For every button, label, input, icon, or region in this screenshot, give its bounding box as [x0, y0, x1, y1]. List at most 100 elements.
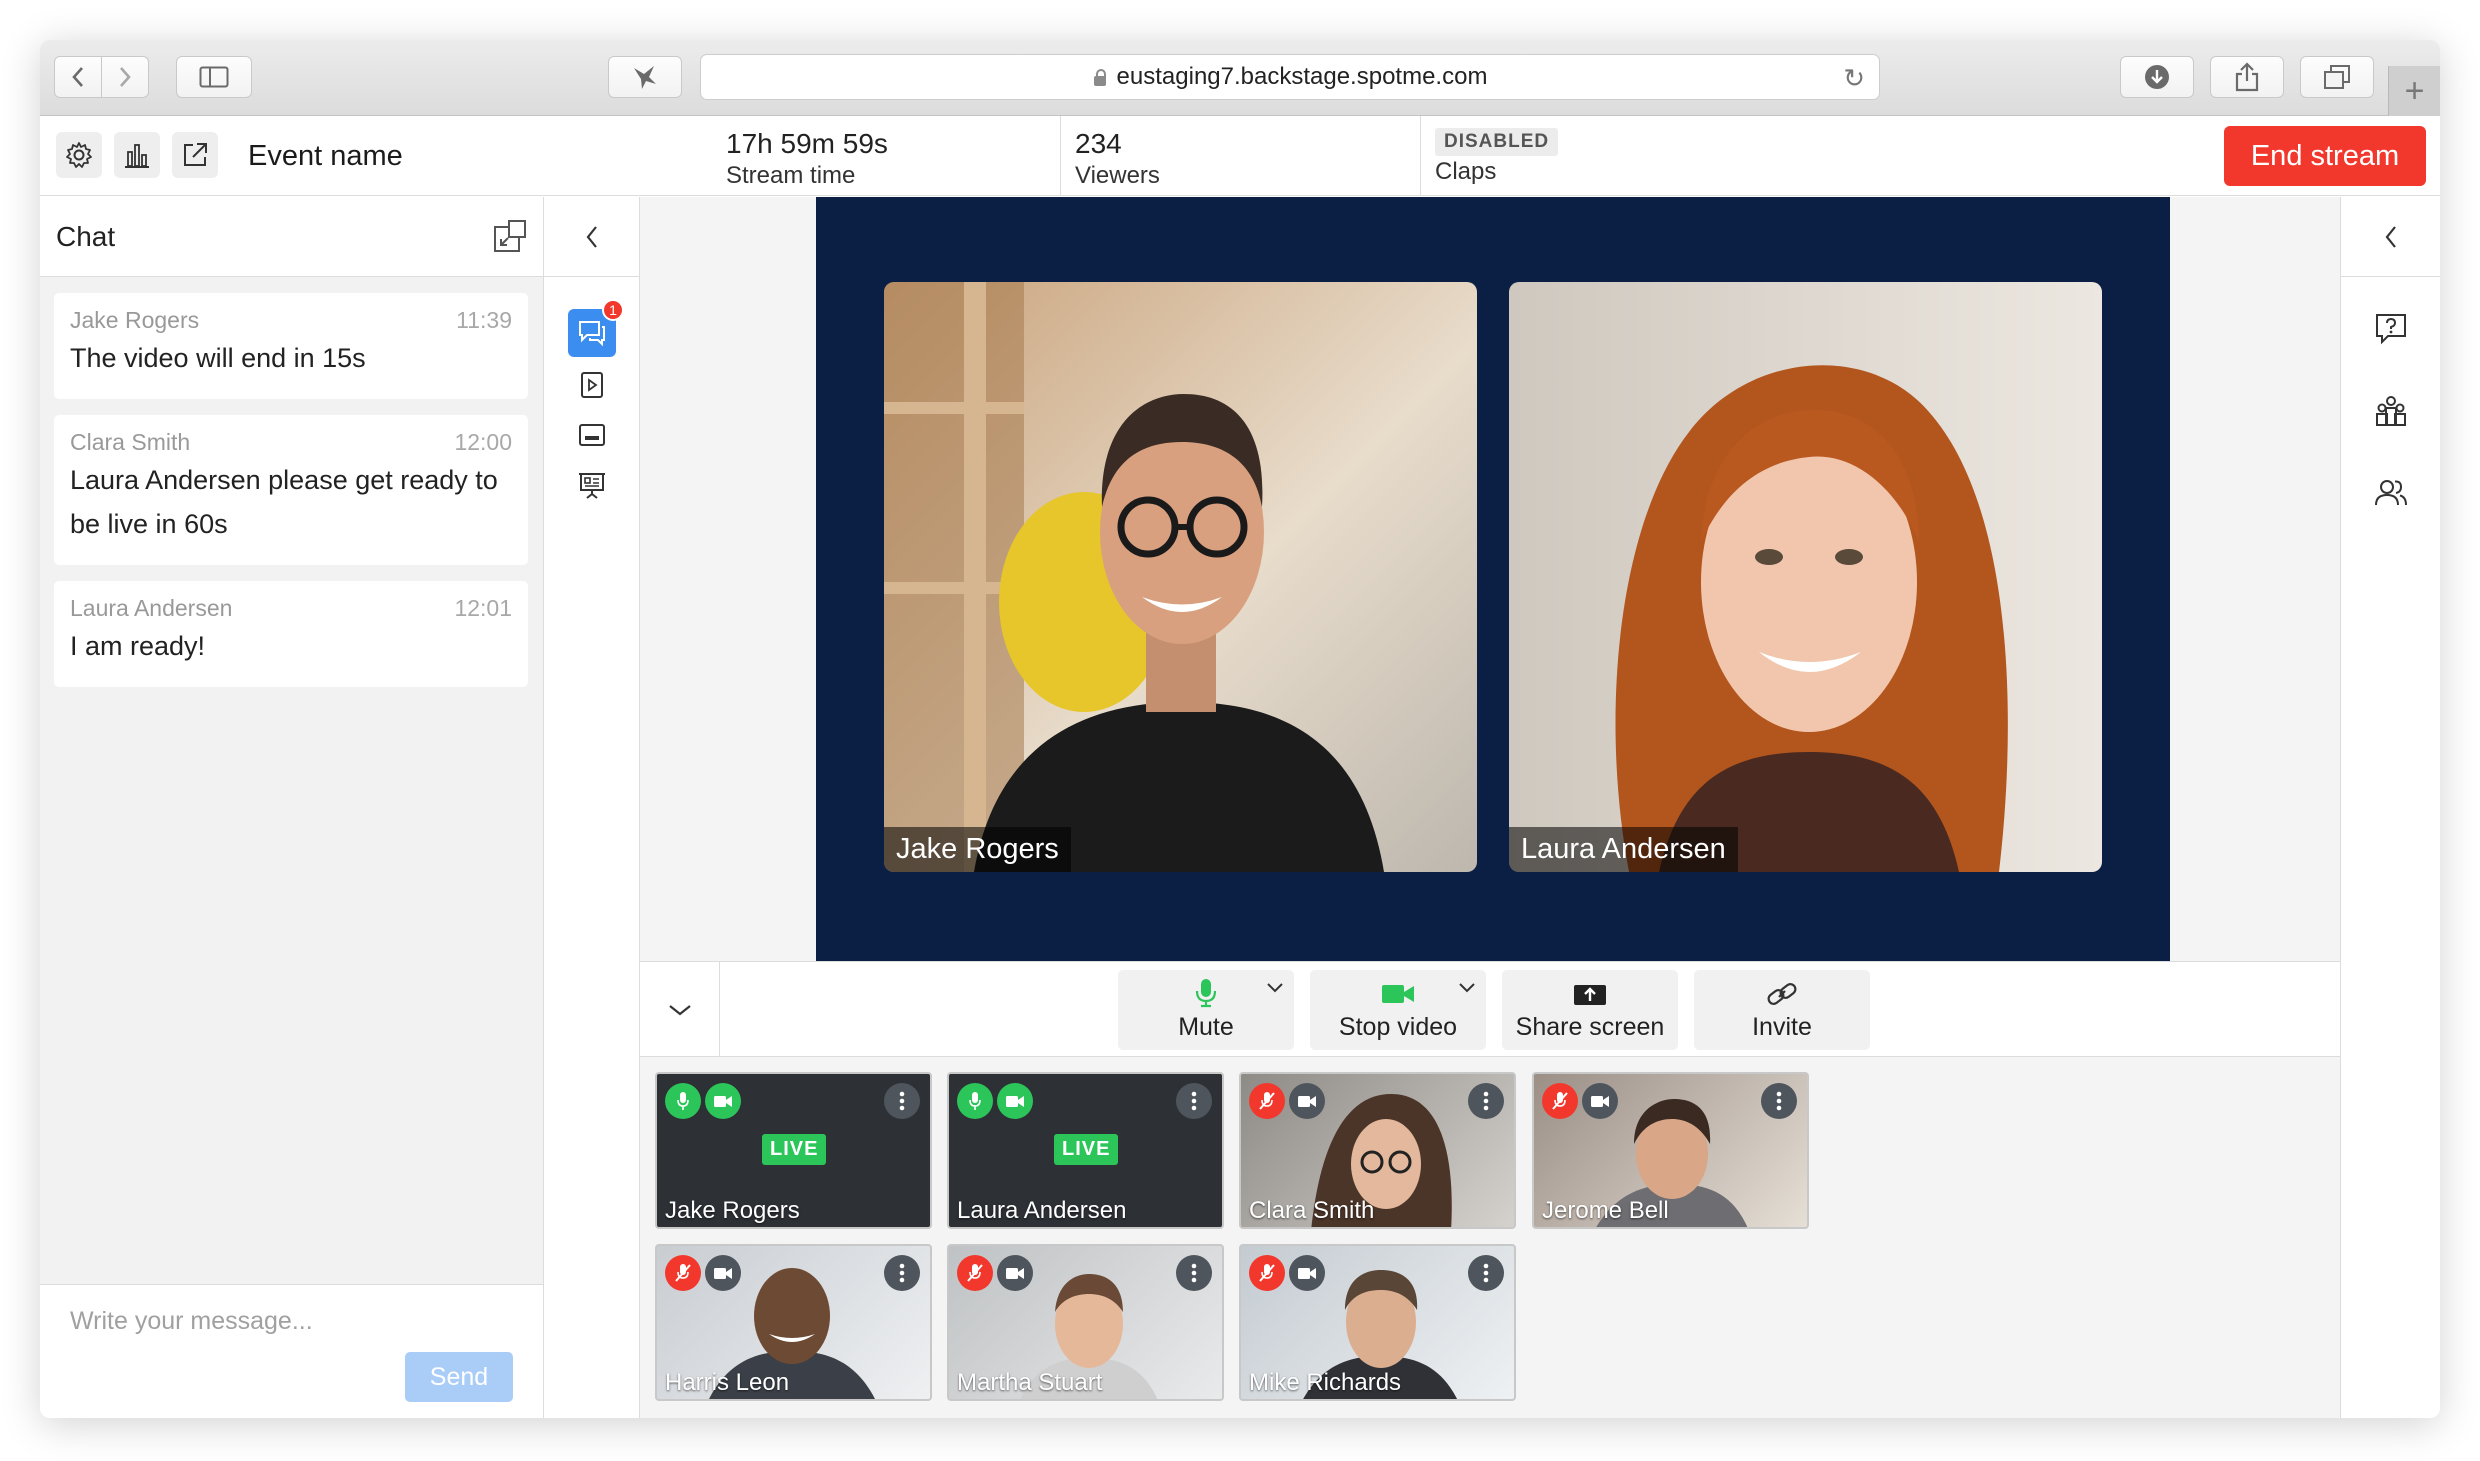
downloads-button[interactable] — [2120, 56, 2194, 98]
reload-icon[interactable]: ↻ — [1843, 63, 1865, 94]
camera-on-icon[interactable] — [997, 1083, 1033, 1119]
settings-button[interactable] — [56, 132, 102, 178]
speaker-video: Laura Andersen — [1509, 282, 2102, 872]
media-tab-button[interactable] — [568, 361, 616, 409]
chevron-left-icon — [2385, 225, 2396, 248]
open-external-button[interactable] — [172, 132, 218, 178]
stop-video-button[interactable]: Stop video — [1310, 970, 1486, 1050]
extension-button[interactable] — [608, 56, 682, 98]
new-tab-button[interactable]: + — [2388, 66, 2440, 116]
mic-off-icon[interactable] — [957, 1255, 993, 1291]
end-stream-button[interactable]: End stream — [2224, 126, 2426, 186]
audience-icon — [2376, 396, 2406, 426]
claps-stat: DISABLED Claps — [1420, 116, 1559, 196]
expand-right-panel-button[interactable] — [2341, 197, 2440, 277]
speaker-name-label: Jake Rogers — [884, 827, 1071, 872]
sidebar-icon — [199, 66, 229, 88]
presentation-tab-button[interactable] — [568, 461, 616, 509]
message-input[interactable]: Write your message... — [70, 1307, 313, 1336]
captions-tab-button[interactable] — [568, 411, 616, 459]
participant-name: Mike Richards — [1249, 1369, 1402, 1396]
speaker-photo-jake — [884, 282, 1477, 872]
mute-button[interactable]: Mute — [1118, 970, 1294, 1050]
tabs-overview-button[interactable] — [2300, 56, 2374, 98]
forward-button[interactable] — [101, 56, 149, 98]
camera-on-icon[interactable] — [997, 1255, 1033, 1291]
chat-composer: Write your message... Send — [40, 1284, 543, 1418]
collapse-chat-button[interactable] — [544, 197, 639, 277]
audience-button[interactable] — [2371, 391, 2411, 431]
sidebar-toggle-button[interactable] — [176, 56, 252, 98]
more-options-icon[interactable] — [884, 1083, 920, 1119]
invite-button[interactable]: Invite — [1694, 970, 1870, 1050]
send-button[interactable]: Send — [405, 1352, 513, 1402]
camera-on-icon[interactable] — [1582, 1083, 1618, 1119]
more-options-icon[interactable] — [1468, 1255, 1504, 1291]
speaker-name-label: Laura Andersen — [1509, 827, 1738, 872]
share-button[interactable] — [2210, 56, 2284, 98]
mic-off-icon[interactable] — [665, 1255, 701, 1291]
microphone-icon — [1195, 979, 1217, 1008]
mic-off-icon[interactable] — [1249, 1255, 1285, 1291]
participant-tile[interactable]: LIVE Jake Rogers — [655, 1072, 932, 1229]
more-options-icon[interactable] — [1176, 1255, 1212, 1291]
mic-on-icon[interactable] — [665, 1083, 701, 1119]
chevron-left-icon — [586, 225, 597, 248]
share-screen-button[interactable]: Share screen — [1502, 970, 1678, 1050]
stream-time-stat: 17h 59m 59s Stream time — [712, 116, 888, 196]
popout-icon[interactable] — [493, 219, 527, 253]
message-text: The video will end in 15s — [70, 343, 366, 373]
chat-message: Laura Andersen 12:01 I am ready! — [54, 581, 528, 687]
share-screen-icon — [1574, 985, 1606, 1005]
camera-on-icon[interactable] — [705, 1255, 741, 1291]
video-camera-icon — [1382, 985, 1414, 1003]
unread-badge: 1 — [602, 299, 624, 321]
more-options-icon[interactable] — [1468, 1083, 1504, 1119]
participant-tile[interactable]: LIVE Laura Andersen — [947, 1072, 1224, 1229]
collapse-participants-button[interactable] — [640, 962, 720, 1058]
chevron-down-icon[interactable] — [1266, 982, 1284, 994]
chat-tab-button[interactable]: 1 — [568, 299, 624, 357]
people-icon — [2375, 480, 2407, 506]
camera-on-icon[interactable] — [1289, 1255, 1325, 1291]
tool-rail: 1 — [544, 197, 640, 1418]
participant-name: Harris Leon — [665, 1369, 790, 1396]
broadcast-controls: Mute Stop video Share screen Invite — [640, 961, 2340, 1058]
camera-on-icon[interactable] — [705, 1083, 741, 1119]
back-button[interactable] — [54, 56, 102, 98]
message-text: Laura Andersen please get ready to be li… — [70, 465, 498, 539]
mic-on-icon[interactable] — [957, 1083, 993, 1119]
participant-tile[interactable]: Jerome Bell — [1532, 1072, 1809, 1229]
analytics-button[interactable] — [114, 132, 160, 178]
qa-button[interactable] — [2371, 309, 2411, 349]
message-time: 11:39 — [456, 307, 512, 333]
browser-window: eustaging7.backstage.spotme.com ↻ + Even… — [40, 40, 2440, 1418]
chevron-down-icon — [668, 1005, 691, 1016]
mic-off-icon[interactable] — [1249, 1083, 1285, 1119]
people-button[interactable] — [2371, 473, 2411, 513]
message-time: 12:01 — [454, 595, 512, 621]
speaker-video: Jake Rogers — [884, 282, 1477, 872]
camera-on-icon[interactable] — [1289, 1083, 1325, 1119]
message-author: Clara Smith — [70, 429, 191, 455]
claps-label: Claps — [1435, 158, 1497, 185]
chat-header: Chat — [40, 197, 543, 277]
chevron-right-icon — [120, 67, 131, 87]
participant-name: Jake Rogers — [665, 1197, 800, 1224]
message-author: Jake Rogers — [70, 307, 200, 333]
address-bar[interactable]: eustaging7.backstage.spotme.com ↻ — [700, 54, 1880, 100]
share-icon — [2235, 62, 2259, 92]
participant-tile[interactable]: Harris Leon — [655, 1244, 932, 1401]
message-author: Laura Andersen — [70, 595, 233, 621]
participant-tile[interactable]: Martha Stuart — [947, 1244, 1224, 1401]
stream-time-label: Stream time — [726, 162, 856, 189]
mic-off-icon[interactable] — [1542, 1083, 1578, 1119]
more-options-icon[interactable] — [1761, 1083, 1797, 1119]
more-options-icon[interactable] — [884, 1255, 920, 1291]
participant-tile[interactable]: Mike Richards — [1239, 1244, 1516, 1401]
more-options-icon[interactable] — [1176, 1083, 1212, 1119]
viewers-stat: 234 Viewers — [1060, 116, 1160, 196]
participant-tile[interactable]: Clara Smith — [1239, 1072, 1516, 1229]
chevron-down-icon[interactable] — [1458, 982, 1476, 994]
url-text: eustaging7.backstage.spotme.com — [1116, 63, 1488, 90]
